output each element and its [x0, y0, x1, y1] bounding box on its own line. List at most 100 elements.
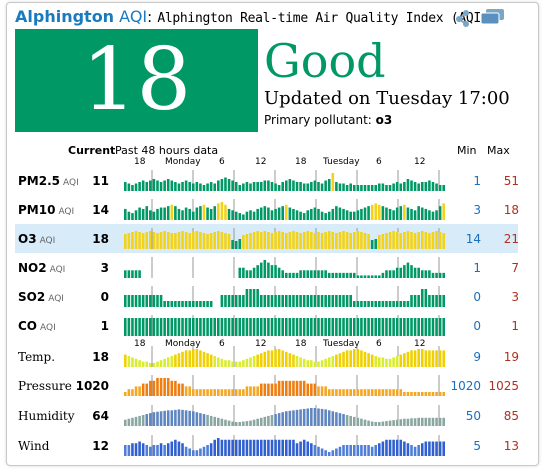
row-sparkline[interactable] — [120, 311, 452, 340]
sparkline-bar — [424, 392, 428, 396]
row-so2[interactable]: SO2 AQI 0 0 3 — [15, 282, 519, 311]
row-sparkline[interactable] — [120, 166, 452, 195]
row-sparkline[interactable] — [120, 342, 452, 371]
row-sparkline[interactable] — [120, 401, 452, 430]
station-link[interactable]: Alphington — [15, 7, 114, 26]
sparkline-bar — [299, 295, 302, 307]
sparkline-bar — [242, 295, 245, 307]
sparkline-bar — [174, 318, 177, 336]
sparkline-bar — [378, 422, 381, 426]
sparkline-bar — [335, 448, 338, 456]
sparkline-bar — [181, 231, 184, 249]
row-co[interactable]: CO AQI 1 0 1 — [15, 311, 519, 340]
sparkline-bar — [124, 354, 127, 367]
sparkline-bar — [141, 295, 145, 307]
sparkline-bar — [367, 185, 370, 191]
sparkline-bar — [124, 182, 127, 191]
sparkline-bar — [145, 318, 149, 336]
sparkline-bar — [374, 318, 378, 336]
sparkline-bar — [331, 232, 335, 249]
sparkline-bar — [327, 231, 331, 249]
windows-icon[interactable] — [481, 9, 505, 25]
sparkline-bar — [299, 441, 302, 456]
row-temp[interactable]: Temp. 18 9 19 — [15, 342, 519, 371]
sparkline-bar — [134, 358, 138, 367]
sparkline-bar — [292, 439, 295, 456]
sparkline-bar — [134, 416, 138, 426]
sparkline-bar — [191, 318, 195, 336]
row-label: NO2 AQI — [18, 261, 65, 275]
row-pressure[interactable]: Pressure 1020 1020 1025 — [15, 371, 519, 400]
sparkline-bar — [245, 289, 249, 307]
sparkline-bar — [335, 295, 338, 307]
row-sparkline[interactable] — [120, 253, 452, 282]
row-wind[interactable]: Wind 12 5 13 — [15, 431, 519, 460]
row-o3[interactable]: O3 AQI 18 14 21 — [15, 224, 519, 253]
share-icon[interactable] — [455, 9, 471, 27]
sparkline-bar — [320, 211, 324, 220]
sparkline-bar — [245, 421, 249, 426]
sparkline-bar — [342, 183, 345, 191]
sparkline-bar — [195, 349, 199, 367]
sparkline-bar — [242, 267, 245, 278]
aqi-link-word[interactable]: AQI — [119, 7, 147, 26]
sparkline-bar — [327, 452, 331, 456]
sparkline-bar — [417, 183, 420, 191]
sparkline-bar — [435, 231, 438, 249]
sparkline-bar — [141, 233, 145, 249]
sparkline-bar — [431, 318, 435, 336]
sparkline-bar — [363, 185, 367, 191]
sparkline-bar — [259, 353, 263, 367]
sparkline-bar — [302, 318, 306, 336]
sparkline-bar — [170, 180, 174, 191]
sparkline-bar — [149, 295, 152, 307]
sparkline-bar — [363, 389, 367, 396]
row-sparkline[interactable] — [120, 431, 452, 460]
sparkline-bar — [249, 357, 252, 367]
sparkline-bar — [188, 448, 191, 456]
sparkline-bar — [285, 439, 288, 456]
sparkline-bar — [424, 441, 428, 456]
sparkline-bar — [349, 272, 352, 278]
sparkline-bar — [217, 203, 220, 220]
sparkline-bar — [159, 318, 163, 336]
sparkline-bar — [352, 445, 356, 456]
sparkline-bar — [438, 295, 442, 307]
sparkline-bar — [238, 318, 242, 336]
row-sparkline[interactable] — [120, 371, 452, 400]
sparkline-bar — [438, 206, 442, 220]
sparkline-bar — [141, 443, 145, 456]
sparkline-bar — [202, 301, 206, 307]
sparkline-bar — [159, 232, 163, 249]
sparkline-bar — [360, 350, 363, 367]
sparkline-bar — [191, 450, 195, 456]
sparkline-bar — [431, 272, 435, 278]
row-sparkline[interactable] — [120, 224, 452, 253]
row-max-value: 51 — [503, 174, 519, 188]
sparkline-bar — [292, 208, 295, 220]
row-humidity[interactable]: Humidity 64 50 85 — [15, 401, 519, 430]
row-sparkline[interactable] — [120, 282, 452, 311]
sparkline-bar — [399, 419, 403, 426]
sparkline-bar — [159, 182, 163, 191]
row-pm10[interactable]: PM10 AQI 14 3 18 — [15, 195, 519, 224]
sparkline-bar — [406, 301, 410, 307]
sparkline-bar — [363, 275, 367, 278]
aqi-value-box: 18 — [15, 29, 258, 132]
sparkline-bar — [378, 318, 381, 336]
row-name: Pressure — [18, 379, 72, 393]
row-no2[interactable]: NO2 AQI 3 1 7 — [15, 253, 519, 282]
sparkline-bar — [395, 267, 399, 278]
sparkline-bar — [252, 386, 256, 396]
sparkline-bar — [313, 207, 317, 220]
sparkline-bar — [424, 208, 428, 220]
row-sparkline[interactable] — [120, 195, 452, 224]
sparkline-bar — [231, 421, 234, 426]
sparkline-bar — [156, 361, 159, 367]
row-name: CO — [18, 319, 38, 333]
sparkline-bar — [206, 183, 209, 191]
sparkline-bar — [306, 183, 310, 191]
sparkline-bar — [227, 295, 231, 307]
header-description: Alphington Real-time Air Quality Index (… — [157, 11, 481, 26]
row-pm25[interactable]: PM2.5 AQI 11 1 51 — [15, 166, 519, 195]
